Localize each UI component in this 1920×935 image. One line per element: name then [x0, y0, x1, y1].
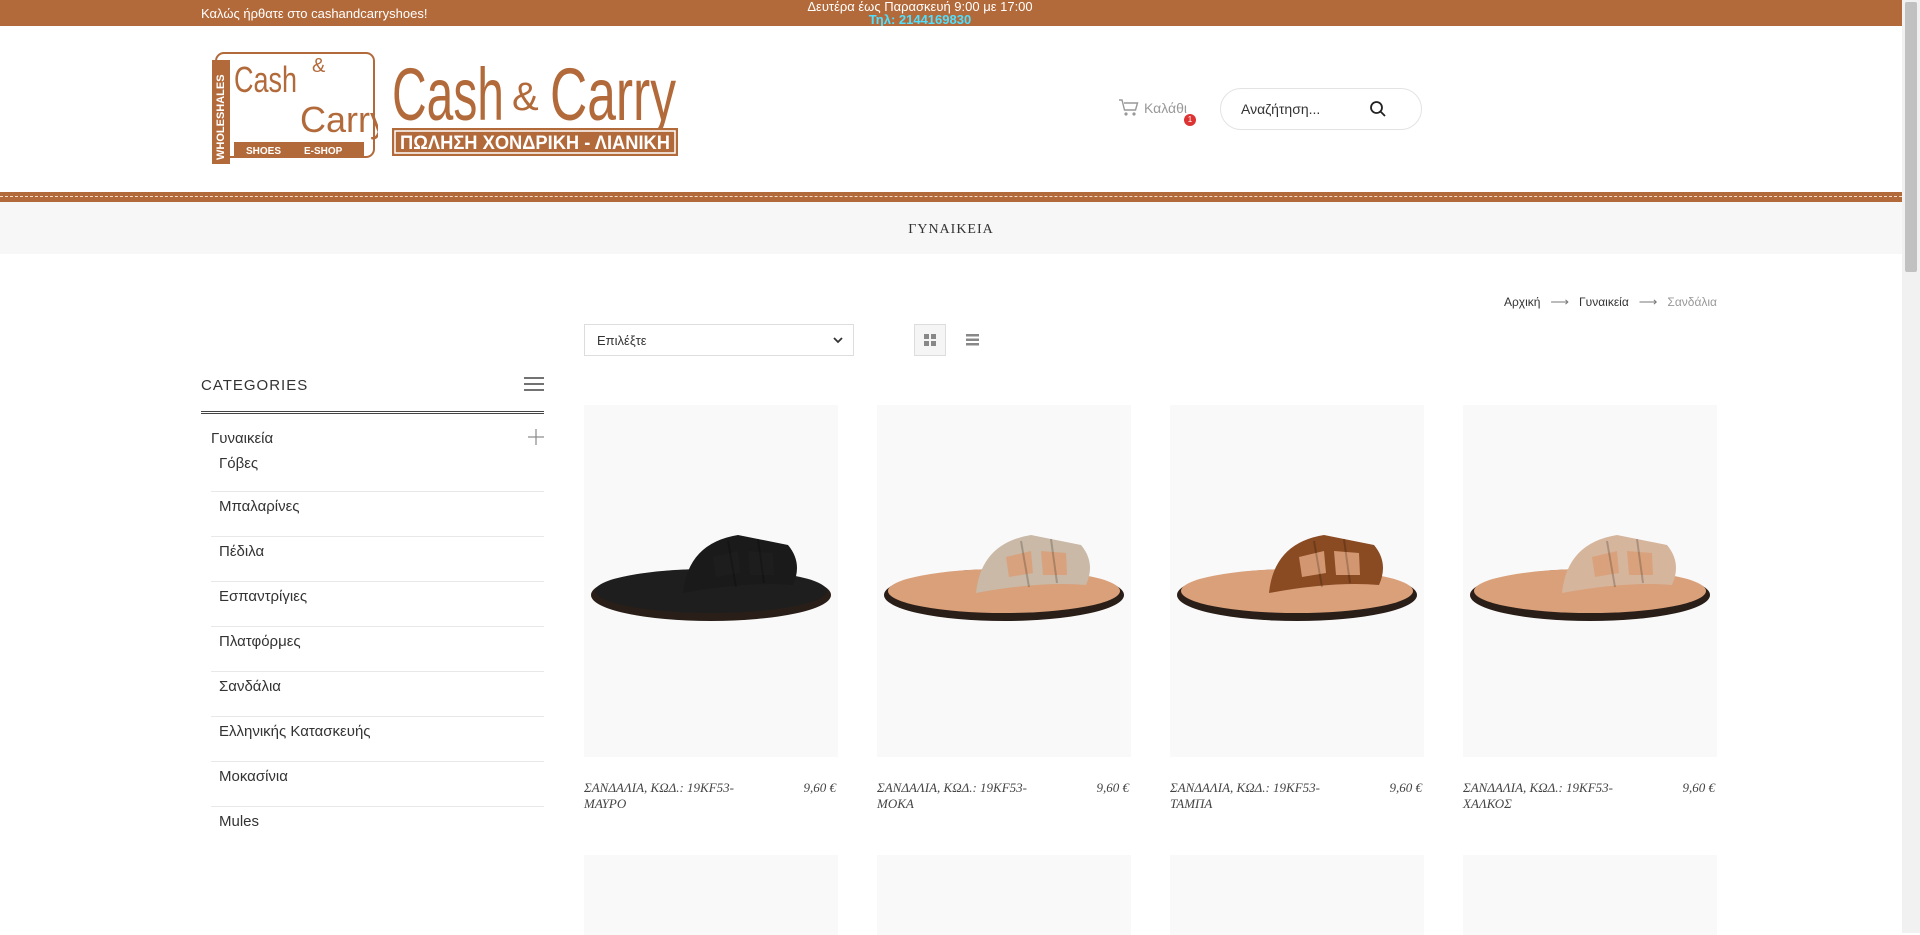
- search-icon[interactable]: [1369, 100, 1387, 118]
- product-image-placeholder[interactable]: [1170, 855, 1424, 935]
- categories-header: CATEGORIES: [201, 370, 544, 414]
- product-image-placeholder[interactable]: [1463, 855, 1717, 935]
- store-hours: Δευτέρα έως Παρασκευή 9:00 με 17:00 Τηλ:…: [0, 0, 1840, 26]
- product-card[interactable]: ΣΑΝΔΑΛΙΑ, ΚΩΔ.: 19KF53-ΤΑΜΠΑ 9,60 €: [1170, 405, 1424, 811]
- product-name[interactable]: ΣΑΝΔΑΛΙΑ, ΚΩΔ.: 19KF53-ΜΑΥΡΟ: [584, 780, 744, 812]
- nav-item-women[interactable]: ΓΥΝΑΙΚΕΙΑ: [908, 202, 994, 257]
- svg-text:Carry: Carry: [300, 99, 378, 140]
- product-name[interactable]: ΣΑΝΔΑΛΙΑ, ΚΩΔ.: 19KF53-ΧΑΛΚΟΣ: [1463, 780, 1623, 812]
- category-list: Γόβες Μπαλαρίνες Πέδιλα Εσπαντρίγιες Πλα…: [211, 454, 544, 852]
- sort-select-value: Επιλέξτε: [597, 333, 647, 348]
- list-view-button[interactable]: [956, 324, 988, 356]
- category-item[interactable]: Εσπαντρίγιες: [211, 582, 544, 627]
- category-parent-women[interactable]: Γυναικεία: [201, 420, 544, 454]
- product-price: 9,60 €: [1682, 780, 1716, 795]
- header-stripe: [0, 192, 1902, 202]
- category-item[interactable]: Μπαλαρίνες: [211, 492, 544, 537]
- phone-number[interactable]: Τηλ: 2144169830: [0, 13, 1840, 26]
- category-item[interactable]: Σανδάλια: [211, 672, 544, 717]
- breadcrumb: Αρχική ⟶ Γυναικεία ⟶ Σανδάλια: [1504, 294, 1717, 310]
- cart-icon: [1119, 99, 1139, 116]
- svg-text:Carry: Carry: [550, 53, 676, 136]
- category-item[interactable]: Πέδιλα: [211, 537, 544, 582]
- category-item[interactable]: Ελληνικής Κατασκευής: [211, 717, 544, 762]
- svg-text:Cash: Cash: [392, 53, 504, 136]
- category-item[interactable]: Γόβες: [211, 454, 544, 492]
- top-bar: Καλώς ήρθατε στο cashandcarryshoes! Δευτ…: [0, 0, 1902, 26]
- chevron-down-icon: [833, 337, 843, 344]
- logo-wordmark[interactable]: Cash & Carry ΠΩΛΗΣΗ ΧΟΝΔΡΙΚΗ - ΛΙΑΝΙΚΗ: [392, 48, 678, 160]
- grid-view-button[interactable]: [914, 324, 946, 356]
- site-header: WHOLESHALES Cash & Carry SHOES E-SHOP Ca…: [0, 26, 1902, 192]
- product-image[interactable]: [1170, 405, 1424, 757]
- svg-text:Cash: Cash: [234, 59, 297, 100]
- plus-icon[interactable]: [528, 429, 544, 445]
- breadcrumb-category[interactable]: Γυναικεία: [1579, 295, 1629, 309]
- sandal-image: [1470, 535, 1710, 621]
- product-card[interactable]: ΣΑΝΔΑΛΙΑ, ΚΩΔ.: 19KF53-ΧΑΛΚΟΣ 9,60 €: [1463, 405, 1717, 811]
- svg-text:ΠΩΛΗΣΗ ΧΟΝΔΡΙΚΗ - ΛΙΑΝΙΚΗ: ΠΩΛΗΣΗ ΧΟΝΔΡΙΚΗ - ΛΙΑΝΙΚΗ: [400, 133, 670, 154]
- main-nav: ΓΥΝΑΙΚΕΙΑ: [0, 202, 1902, 254]
- scrollbar-thumb[interactable]: [1905, 2, 1917, 272]
- breadcrumb-separator: ⟶: [1550, 294, 1570, 309]
- product-card[interactable]: ΣΑΝΔΑΛΙΑ, ΚΩΔ.: 19KF53-ΜΑΥΡΟ 9,60 €: [584, 405, 838, 811]
- svg-text:SHOES: SHOES: [246, 146, 281, 157]
- menu-icon[interactable]: [524, 376, 544, 392]
- search-box: [1220, 88, 1422, 130]
- product-price: 9,60 €: [1389, 780, 1423, 795]
- cart-label: Καλάθι: [1144, 100, 1188, 116]
- sandal-image: [1177, 535, 1417, 621]
- category-item[interactable]: Μοκασίνια: [211, 762, 544, 807]
- sandal-image: [591, 535, 831, 621]
- product-image-placeholder[interactable]: [877, 855, 1131, 935]
- product-price: 9,60 €: [1096, 780, 1130, 795]
- category-parent-label: Γυναικεία: [211, 430, 274, 447]
- sandal-image: [884, 535, 1124, 621]
- product-name[interactable]: ΣΑΝΔΑΛΙΑ, ΚΩΔ.: 19KF53-ΜΟΚΑ: [877, 780, 1037, 812]
- breadcrumb-current: Σανδάλια: [1667, 295, 1717, 309]
- categories-title: CATEGORIES: [201, 377, 309, 394]
- cart-count-badge: 1: [1184, 114, 1196, 126]
- sort-select[interactable]: Επιλέξτε: [584, 324, 854, 356]
- cart-button[interactable]: Καλάθι 1: [1118, 98, 1196, 126]
- list-icon: [965, 334, 979, 346]
- svg-text:E-SHOP: E-SHOP: [304, 146, 343, 157]
- breadcrumb-separator: ⟶: [1638, 294, 1658, 309]
- search-input[interactable]: [1241, 101, 1371, 117]
- product-image[interactable]: [877, 405, 1131, 757]
- svg-text:&: &: [512, 75, 539, 119]
- product-name[interactable]: ΣΑΝΔΑΛΙΑ, ΚΩΔ.: 19KF53-ΤΑΜΠΑ: [1170, 780, 1330, 812]
- breadcrumb-home[interactable]: Αρχική: [1504, 295, 1540, 309]
- product-image-placeholder[interactable]: [584, 855, 838, 935]
- category-item[interactable]: Mules: [211, 807, 544, 852]
- product-price: 9,60 €: [803, 780, 837, 795]
- product-card[interactable]: ΣΑΝΔΑΛΙΑ, ΚΩΔ.: 19KF53-ΜΟΚΑ 9,60 €: [877, 405, 1131, 811]
- grid-icon: [924, 334, 936, 346]
- category-item[interactable]: Πλατφόρμες: [211, 627, 544, 672]
- product-image[interactable]: [1463, 405, 1717, 757]
- logo-badge[interactable]: WHOLESHALES Cash & Carry SHOES E-SHOP: [204, 50, 378, 164]
- categories-sidebar: CATEGORIES Γυναικεία Γόβες Μπαλαρίνες Πέ…: [201, 370, 544, 852]
- scrollbar[interactable]: [1902, 0, 1920, 933]
- svg-text:&: &: [312, 55, 326, 77]
- product-image[interactable]: [584, 405, 838, 757]
- svg-text:WHOLESHALES: WHOLESHALES: [215, 74, 227, 160]
